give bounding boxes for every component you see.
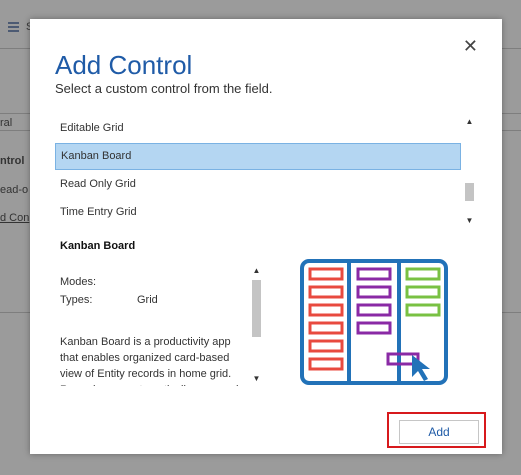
divider <box>0 312 30 313</box>
add-control-dialog: ✕ Add Control Select a custom control fr… <box>30 19 502 454</box>
list-item-editable-grid[interactable]: Editable Grid <box>55 115 461 142</box>
background-tab: ral <box>0 117 13 129</box>
scroll-up-icon[interactable]: ▲ <box>250 264 263 277</box>
dialog-title: Add Control <box>55 50 193 80</box>
background-label: ead-o <box>0 184 29 196</box>
add-button[interactable]: Add <box>399 420 479 444</box>
background-link: d Con <box>0 212 30 224</box>
divider <box>0 48 30 49</box>
scroll-thumb[interactable] <box>465 183 474 201</box>
scroll-thumb[interactable] <box>252 280 261 337</box>
scroll-down-icon[interactable]: ▼ <box>463 214 476 227</box>
list-item-read-only-grid[interactable]: Read Only Grid <box>55 171 461 198</box>
dialog-subtitle: Select a custom control from the field. <box>55 81 273 96</box>
background-heading: ntrol <box>0 155 25 167</box>
divider <box>0 113 30 114</box>
scroll-down-icon[interactable]: ▼ <box>250 372 263 385</box>
types-value: Grid <box>137 294 158 306</box>
list-item-time-entry-grid[interactable]: Time Entry Grid <box>55 199 461 226</box>
control-description: Kanban Board is a productivity app that … <box>60 336 239 386</box>
details-scrollbar[interactable]: ▲ ▼ <box>250 264 263 386</box>
close-icon[interactable]: ✕ <box>463 37 478 55</box>
divider <box>0 130 30 131</box>
list-scrollbar[interactable]: ▲ ▼ <box>463 115 476 227</box>
modes-label: Modes: <box>60 276 97 288</box>
scroll-up-icon[interactable]: ▲ <box>463 115 476 128</box>
details-title: Kanban Board <box>60 240 136 252</box>
list-icon <box>8 22 19 33</box>
types-label: Types: <box>60 294 93 306</box>
control-list: Editable Grid Kanban Board Read Only Gri… <box>55 115 479 227</box>
kanban-board-icon <box>300 259 448 385</box>
details-panel: Modes: Types: Grid Kanban Board is a pro… <box>55 264 264 386</box>
list-item-kanban-board[interactable]: Kanban Board <box>55 143 461 170</box>
